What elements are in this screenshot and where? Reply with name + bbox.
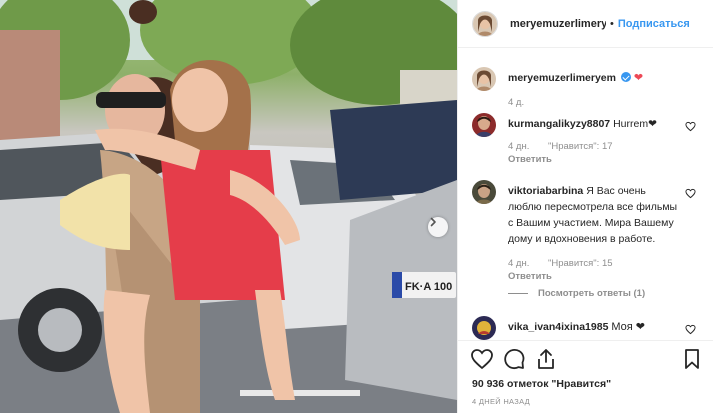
comment-text: Моя ❤ bbox=[611, 321, 645, 333]
commenter-avatar[interactable] bbox=[472, 180, 496, 204]
next-photo-button[interactable] bbox=[428, 217, 448, 237]
author-avatar-image bbox=[473, 11, 497, 36]
verified-badge-icon bbox=[620, 72, 631, 82]
comment-text: Hurrem❤ bbox=[613, 118, 657, 130]
commenter-avatar[interactable] bbox=[472, 113, 496, 137]
comment-time[interactable]: 4 дн. bbox=[508, 258, 529, 269]
comment-item: vika_ivan4ixina1985 Моя ❤ bbox=[472, 316, 708, 340]
instagram-post: FK·A 100 meryemuzerlimery • Подписаться … bbox=[0, 0, 713, 413]
view-replies-line bbox=[508, 293, 528, 294]
view-replies-button[interactable]: Посмотреть ответы (1) bbox=[508, 288, 645, 299]
share-icon[interactable] bbox=[534, 347, 558, 371]
chevron-right-icon bbox=[430, 217, 436, 227]
like-comment-heart-icon[interactable] bbox=[685, 324, 696, 335]
bookmark-icon[interactable] bbox=[680, 347, 704, 371]
view-replies-label: Посмотреть ответы (1) bbox=[538, 288, 646, 299]
author-avatar[interactable] bbox=[472, 10, 498, 37]
comments-list[interactable]: meryemuzerlimeryem ❤ 4 д. kurmangalikyzy… bbox=[458, 49, 713, 340]
post-sidebar: meryemuzerlimeryem • Подписаться meryemu… bbox=[457, 0, 713, 413]
commenter-avatar[interactable] bbox=[472, 316, 496, 340]
comment-time[interactable]: 4 дн. bbox=[508, 141, 529, 152]
header-separator: • bbox=[610, 17, 614, 30]
author-username[interactable]: meryemuzerlimeryem bbox=[510, 18, 606, 30]
commenter-avatar-image bbox=[472, 113, 496, 137]
commenter-avatar-image bbox=[472, 316, 496, 340]
follow-button[interactable]: Подписаться bbox=[618, 18, 690, 30]
post-header: meryemuzerlimeryem • Подписаться bbox=[458, 0, 713, 48]
like-comment-heart-icon[interactable] bbox=[685, 188, 696, 199]
reply-button[interactable]: Ответить bbox=[508, 270, 664, 283]
photo-illustration: FK·A 100 bbox=[0, 0, 457, 413]
caption-avatar[interactable] bbox=[472, 67, 496, 91]
reply-button[interactable]: Ответить bbox=[508, 153, 664, 166]
like-heart-icon[interactable] bbox=[470, 347, 494, 371]
comment-username[interactable]: vika_ivan4ixina1985 bbox=[508, 321, 608, 333]
comment-likes[interactable]: "Нравится": 15 bbox=[548, 258, 613, 269]
post-date[interactable]: 4 ДНЕЙ НАЗАД bbox=[472, 397, 530, 406]
likes-count[interactable]: 90 936 отметок "Нравится" bbox=[472, 378, 611, 390]
comment-username[interactable]: viktoriabarbina bbox=[508, 185, 583, 197]
comment-username[interactable]: kurmangalikyzy8807 bbox=[508, 118, 610, 130]
comment-item: kurmangalikyzy8807 Hurrem❤ 4 дн. "Нравит… bbox=[472, 113, 708, 173]
svg-text:FK·A 100: FK·A 100 bbox=[405, 281, 452, 293]
comment-item: viktoriabarbina Я Вас очень люблю пересм… bbox=[472, 180, 708, 290]
post-caption: meryemuzerlimeryem ❤ 4 д. bbox=[472, 67, 708, 117]
like-comment-heart-icon[interactable] bbox=[685, 121, 696, 132]
post-actions: 90 936 отметок "Нравится" 4 ДНЕЙ НАЗАД bbox=[458, 340, 713, 413]
caption-time[interactable]: 4 д. bbox=[508, 97, 524, 108]
caption-heart-emoji: ❤ bbox=[633, 72, 644, 84]
comment-bubble-icon[interactable] bbox=[502, 347, 526, 371]
post-photo[interactable]: FK·A 100 bbox=[0, 0, 457, 413]
caption-avatar-image bbox=[472, 67, 496, 91]
comment-likes[interactable]: "Нравится": 17 bbox=[548, 141, 613, 152]
caption-username[interactable]: meryemuzerlimeryem bbox=[508, 72, 616, 84]
commenter-avatar-image bbox=[472, 180, 496, 204]
